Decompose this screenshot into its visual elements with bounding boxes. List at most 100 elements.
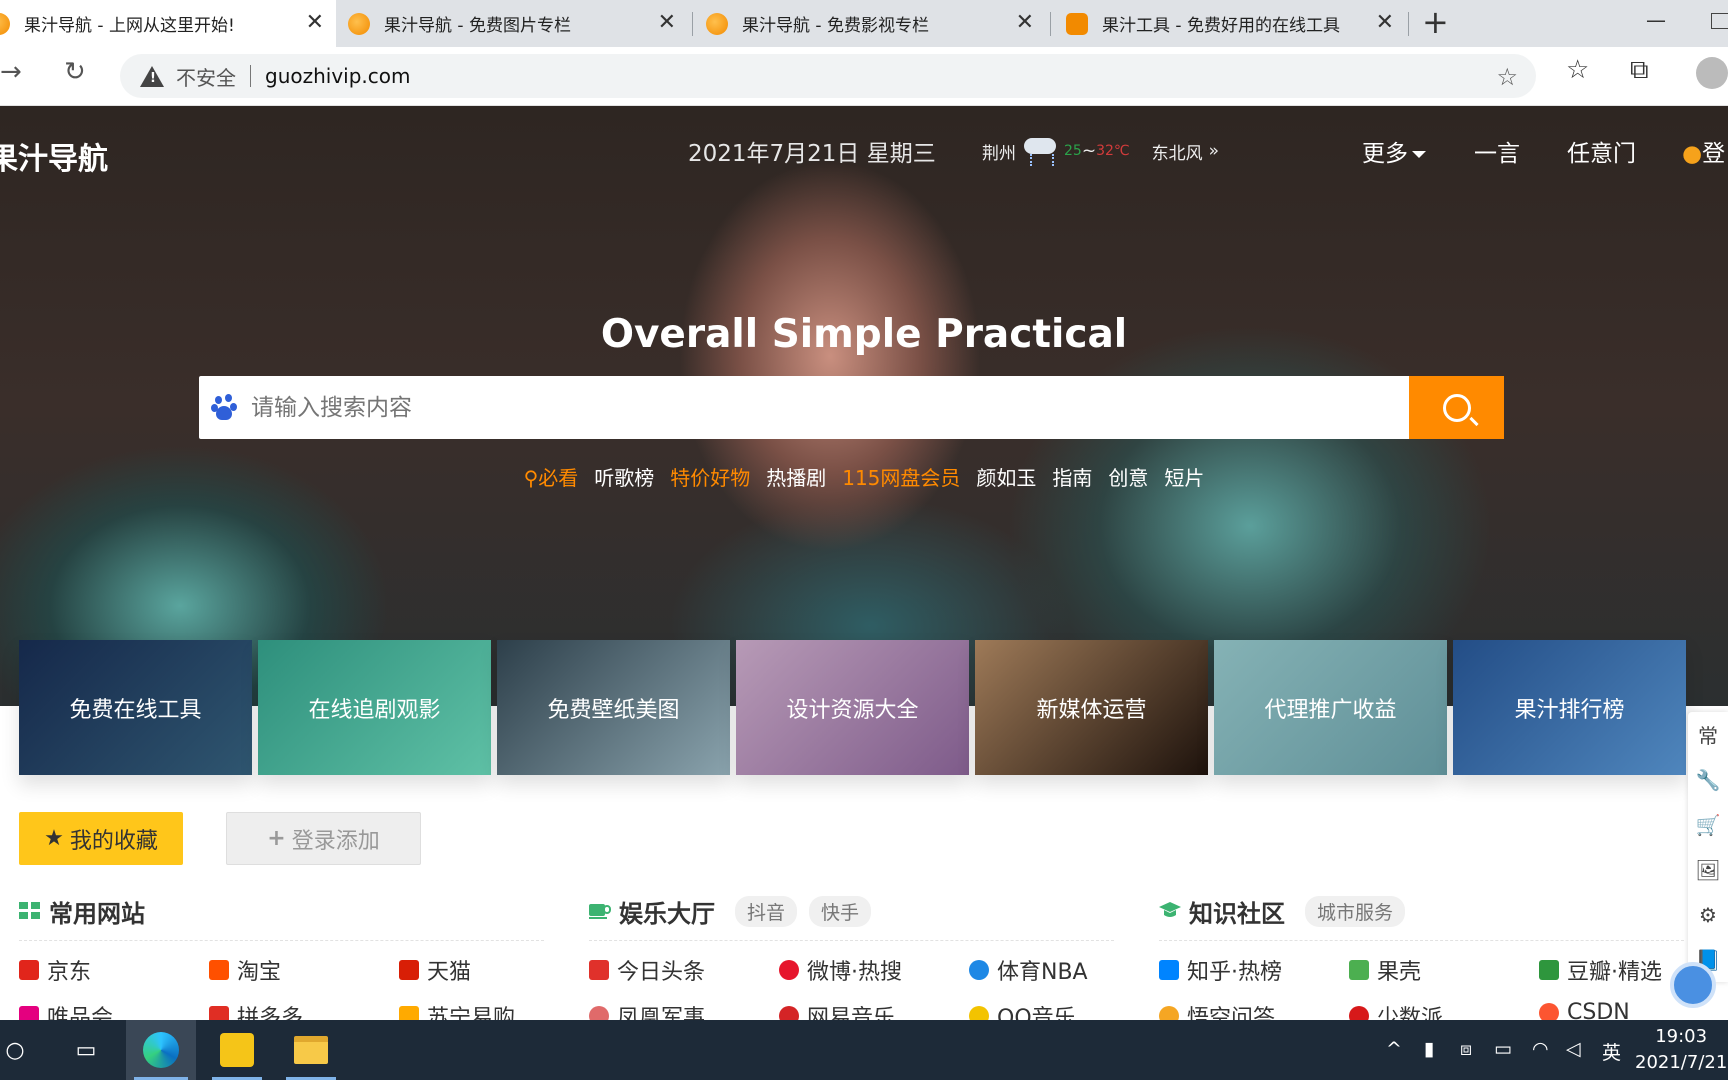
section-title: 娱乐大厅 xyxy=(619,899,715,928)
hot-keyword[interactable]: 指南 xyxy=(1052,466,1092,490)
search-icon[interactable]: ○ xyxy=(0,1020,30,1080)
edge-taskbar-icon[interactable] xyxy=(126,1020,196,1080)
cart-icon[interactable]: 🛒 xyxy=(1688,802,1728,847)
card-wallpaper[interactable]: 免费壁纸美图 xyxy=(497,640,730,775)
hot-keyword[interactable]: 115网盘会员 xyxy=(842,466,960,490)
site-logo[interactable]: 果汁导航 xyxy=(0,134,108,178)
section-knowledge: 知识社区 城市服务 知乎·热榜 果壳 豆瓣·精选 悟空问答 少数派 CSDN xyxy=(1159,895,1684,1031)
hot-keyword[interactable]: ⚲必看 xyxy=(524,466,579,490)
forward-icon[interactable]: → xyxy=(0,57,22,87)
tmall-icon xyxy=(399,960,419,980)
card-design[interactable]: 设计资源大全 xyxy=(736,640,969,775)
section-title: 知识社区 xyxy=(1189,899,1285,928)
temp-low: 25 xyxy=(1064,143,1082,159)
nav-login[interactable]: ●登 xyxy=(1682,134,1725,168)
browser-tab-3[interactable]: 果汁导航 - 免费影视专栏 ✕ xyxy=(706,0,1046,47)
close-tab-icon[interactable]: ✕ xyxy=(1376,11,1394,35)
browser-tab-1[interactable]: 果汁导航 - 上网从这里开始! ✕ xyxy=(0,0,336,47)
link-weibo[interactable]: 微博·热搜 xyxy=(779,954,902,986)
link-douban[interactable]: 豆瓣·精选 xyxy=(1539,954,1662,986)
battery-icon[interactable]: ▭ xyxy=(1494,1038,1512,1060)
close-tab-icon[interactable]: ✕ xyxy=(306,11,324,35)
nav-more[interactable]: 更多 xyxy=(1362,134,1426,168)
baidu-paw-icon[interactable] xyxy=(211,393,237,422)
my-favorites-button[interactable]: ★ 我的收藏 xyxy=(19,812,183,865)
card-drama[interactable]: 在线追剧观影 xyxy=(258,640,491,775)
link-guokr[interactable]: 果壳 xyxy=(1349,954,1421,986)
login-add-button[interactable]: + 登录添加 xyxy=(226,812,421,865)
tab-title: 果汁工具 - 免费好用的在线工具 xyxy=(1102,16,1340,36)
add-favorite-icon[interactable]: ☆ xyxy=(1496,63,1518,91)
image-icon[interactable]: 🖼 xyxy=(1688,847,1728,892)
link-tmall[interactable]: 天猫 xyxy=(399,954,471,986)
link-jd[interactable]: 京东 xyxy=(19,954,91,986)
favorites-icon[interactable]: ☆ xyxy=(1566,55,1589,85)
tab-title: 果汁导航 - 免费图片专栏 xyxy=(384,16,571,36)
tab-divider xyxy=(1050,12,1051,36)
date-display: 2021年7月21日 星期三 xyxy=(688,141,936,167)
card-free-tools[interactable]: 免费在线工具 xyxy=(19,640,252,775)
wrench-favicon-icon xyxy=(1066,12,1088,35)
weibo-icon xyxy=(779,960,799,980)
refresh-icon[interactable]: ↻ xyxy=(64,57,86,87)
ime-indicator[interactable]: 英 xyxy=(1602,1038,1621,1065)
show-hidden-icons[interactable]: ^ xyxy=(1386,1038,1402,1060)
meet-now-icon[interactable]: ⧈ xyxy=(1460,1038,1472,1060)
star-icon: ★ xyxy=(44,826,64,851)
weather-widget[interactable]: 荆州 25 ~ 32℃ 东北风 » xyxy=(982,136,1219,166)
more-weather-icon[interactable]: » xyxy=(1209,141,1219,161)
clock-time: 19:03 xyxy=(1655,1026,1708,1047)
douban-icon xyxy=(1539,960,1559,980)
hot-keyword[interactable]: 听歌榜 xyxy=(594,466,654,490)
jd-icon xyxy=(19,960,39,980)
link-taobao[interactable]: 淘宝 xyxy=(209,954,281,986)
link-zhihu[interactable]: 知乎·热榜 xyxy=(1159,954,1282,986)
zhihu-icon xyxy=(1159,960,1179,980)
link-toutiao[interactable]: 今日头条 xyxy=(589,954,705,986)
close-tab-icon[interactable]: ✕ xyxy=(658,11,676,35)
maximize-icon[interactable] xyxy=(1711,13,1728,29)
section-title: 常用网站 xyxy=(49,899,145,928)
chip-city-services[interactable]: 城市服务 xyxy=(1305,895,1406,927)
minimize-icon[interactable]: — xyxy=(1646,8,1666,32)
app-taskbar-icon[interactable] xyxy=(204,1020,270,1080)
hot-keyword[interactable]: 颜如玉 xyxy=(976,466,1036,490)
search-button[interactable] xyxy=(1409,376,1504,439)
hot-keyword[interactable]: 创意 xyxy=(1108,466,1148,490)
close-tab-icon[interactable]: ✕ xyxy=(1016,11,1034,35)
microphone-icon[interactable]: ▮ xyxy=(1424,1038,1434,1060)
link-nba[interactable]: 体育NBA xyxy=(969,954,1088,986)
hot-keyword[interactable]: 短片 xyxy=(1164,466,1204,490)
profile-avatar[interactable] xyxy=(1696,57,1728,89)
card-agent[interactable]: 代理推广收益 xyxy=(1214,640,1447,775)
new-tab-button[interactable]: + xyxy=(1422,6,1449,38)
lifebuoy-icon[interactable]: ⚙ xyxy=(1688,892,1728,937)
address-bar[interactable]: ! 不安全 guozhivip.com ☆ xyxy=(120,54,1536,98)
hot-keyword[interactable]: 特价好物 xyxy=(670,466,750,490)
tab-divider xyxy=(1408,12,1409,36)
chip-douyin[interactable]: 抖音 xyxy=(735,895,798,927)
floating-assistant-icon[interactable] xyxy=(1670,962,1716,1008)
nav-renyimen[interactable]: 任意门 xyxy=(1567,134,1636,168)
wifi-icon[interactable]: ◠ xyxy=(1532,1038,1549,1060)
card-ranking[interactable]: 果汁排行榜 xyxy=(1453,640,1686,775)
nav-yiyan[interactable]: 一言 xyxy=(1474,134,1520,168)
temp-separator: ~ xyxy=(1081,141,1097,161)
search-input[interactable] xyxy=(251,394,1351,421)
browser-tab-4[interactable]: 果汁工具 - 免费好用的在线工具 ✕ xyxy=(1066,0,1406,47)
system-clock[interactable]: 19:03 2021/7/21 xyxy=(1635,1024,1727,1076)
hot-keyword[interactable]: 热播剧 xyxy=(766,466,826,490)
url-text[interactable]: guozhivip.com xyxy=(265,64,411,88)
chip-kuaishou[interactable]: 快手 xyxy=(809,895,872,927)
volume-icon[interactable]: ◁ xyxy=(1566,1038,1581,1060)
guozhi-favicon-icon xyxy=(0,12,10,35)
file-explorer-icon[interactable] xyxy=(278,1020,344,1080)
clock-date: 2021/7/21 xyxy=(1635,1052,1728,1073)
wrench-icon[interactable]: 🔧 xyxy=(1688,757,1728,802)
task-view-icon[interactable]: ▭ xyxy=(66,1020,106,1080)
card-new-media[interactable]: 新媒体运营 xyxy=(975,640,1208,775)
collections-icon[interactable]: ⧉ xyxy=(1630,55,1649,86)
side-common[interactable]: 常 xyxy=(1688,712,1728,757)
browser-tab-2[interactable]: 果汁导航 - 免费图片专栏 ✕ xyxy=(348,0,688,47)
section-entertainment: 娱乐大厅 抖音 快手 今日头条 微博·热搜 体育NBA 凤凰军事 网易音乐 QQ… xyxy=(589,895,1114,1031)
